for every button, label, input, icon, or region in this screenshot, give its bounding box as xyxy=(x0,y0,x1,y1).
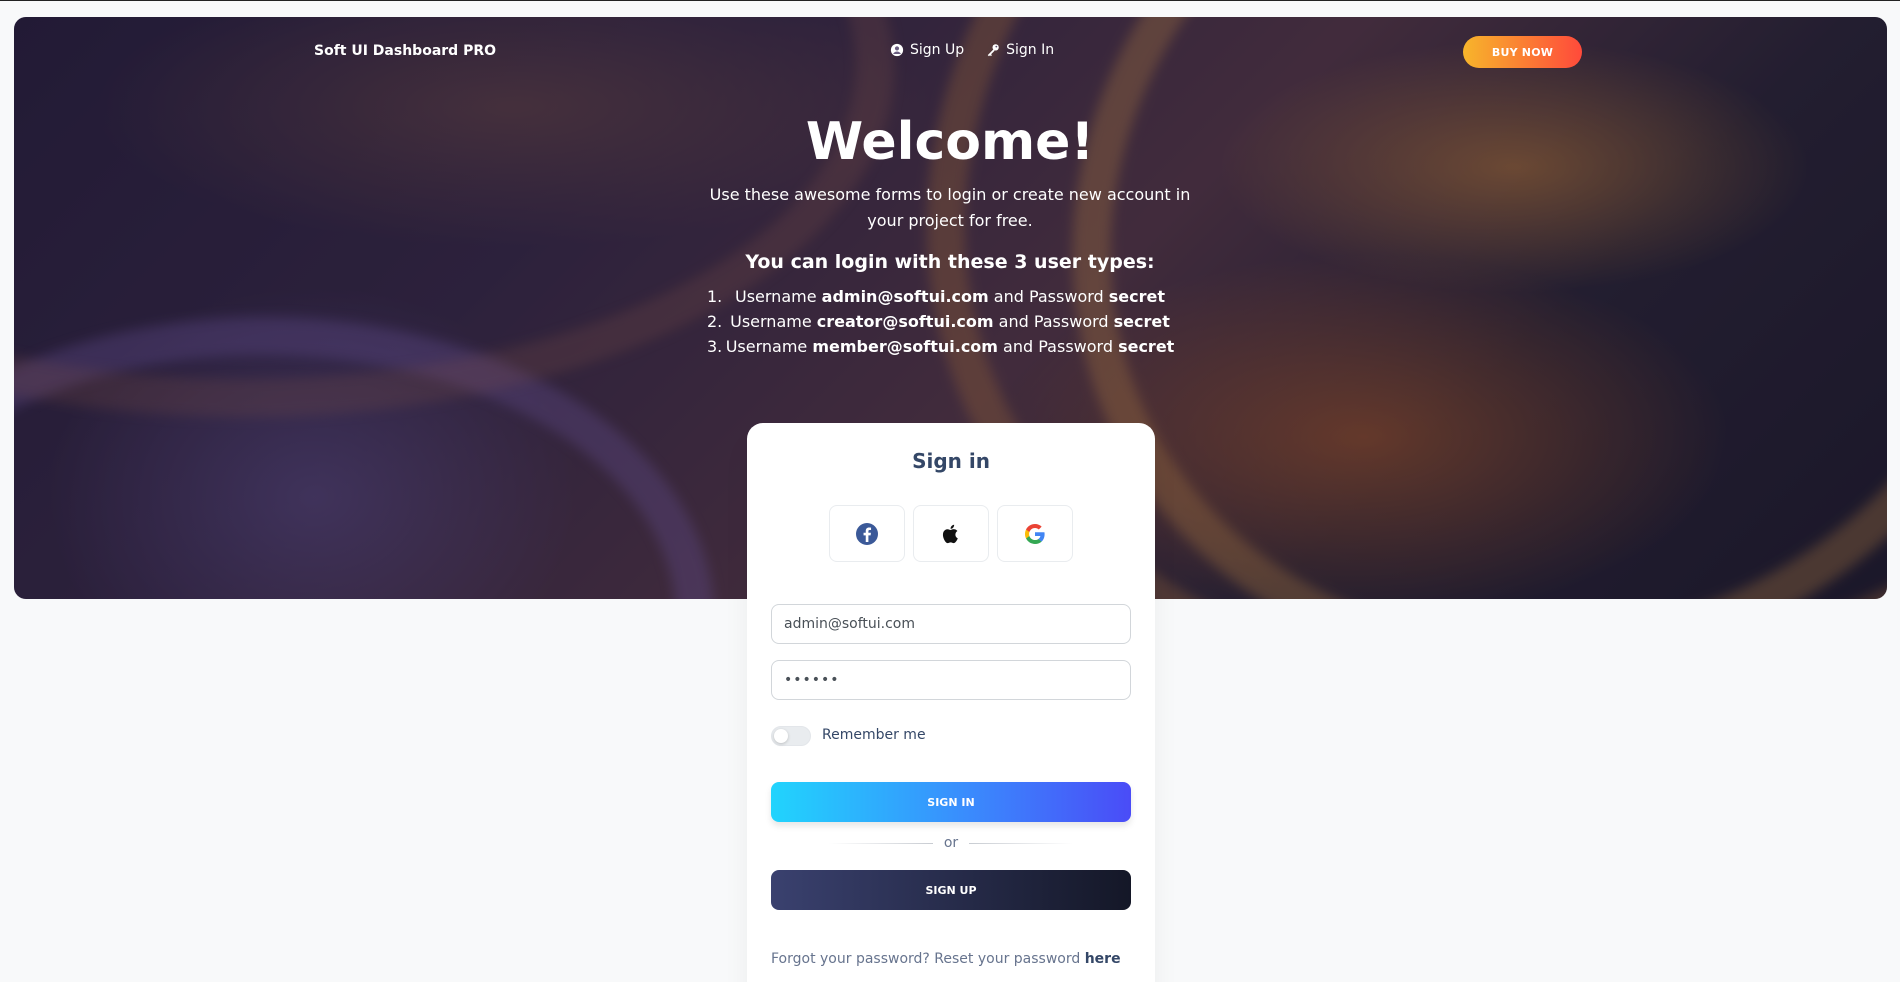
user-types-heading: You can login with these 3 user types: xyxy=(745,251,1155,273)
username-value: admin@softui.com xyxy=(821,287,989,306)
username-prefix: Username xyxy=(730,312,817,331)
email-field[interactable]: admin@softui.com xyxy=(771,604,1131,644)
nav-signin-link[interactable]: Sign In xyxy=(986,42,1054,58)
username-prefix: Username xyxy=(734,287,822,306)
password-field[interactable]: •••••• xyxy=(771,660,1131,700)
key-icon xyxy=(987,44,999,57)
facebook-login-button[interactable] xyxy=(829,505,905,562)
apple-login-button[interactable] xyxy=(913,505,989,562)
password-value: secret xyxy=(1118,337,1175,356)
username-prefix: Username xyxy=(725,337,813,356)
signin-card: Sign in admin@softui.com •••••• Remember… xyxy=(747,423,1155,982)
hero-subtitle: Use these awesome forms to login or crea… xyxy=(709,185,1191,230)
username-value: member@softui.com xyxy=(812,337,998,356)
user-types-list: 1. Username admin@softui.com and Passwor… xyxy=(700,284,1200,359)
user-circle-icon xyxy=(890,43,904,57)
apple-icon xyxy=(942,524,958,543)
user-type-item: 2. Username creator@softui.com and Passw… xyxy=(700,309,1200,334)
username-value: creator@softui.com xyxy=(816,312,994,331)
card-title: Sign in xyxy=(912,449,990,473)
navbar-links: Sign Up Sign In xyxy=(890,42,1054,58)
remember-me-label[interactable]: Remember me xyxy=(822,727,926,743)
buy-now-button[interactable]: BUY NOW xyxy=(1463,36,1582,68)
nav-signin-label: Sign In xyxy=(1006,42,1055,58)
user-type-item: 1. Username admin@softui.com and Passwor… xyxy=(700,284,1200,309)
google-icon xyxy=(1025,523,1045,544)
sign-in-button[interactable]: SIGN IN xyxy=(771,782,1131,822)
social-login-row xyxy=(829,505,1073,562)
reset-password-link[interactable]: here xyxy=(1085,951,1121,967)
or-divider: or xyxy=(829,835,1073,851)
hero-title: Welcome! xyxy=(805,112,1095,172)
password-value: secret xyxy=(1113,312,1170,331)
divider-line-right xyxy=(969,843,1073,844)
user-type-item: 3. Username member@softui.com and Passwo… xyxy=(700,334,1200,359)
nav-signup-link[interactable]: Sign Up xyxy=(890,42,964,58)
list-number: 3. xyxy=(707,337,723,356)
password-value: secret xyxy=(1108,287,1166,306)
forgot-password-text: Forgot your password? Reset your passwor… xyxy=(771,951,1121,967)
list-number: 1. xyxy=(707,287,723,306)
forgot-password-prefix: Forgot your password? Reset your passwor… xyxy=(771,951,1085,967)
nav-signup-label: Sign Up xyxy=(910,42,965,58)
password-prefix: and Password xyxy=(993,312,1114,331)
remember-me-toggle[interactable] xyxy=(771,726,811,746)
google-login-button[interactable] xyxy=(997,505,1073,562)
password-prefix: and Password xyxy=(997,337,1119,356)
top-border xyxy=(0,0,1900,1)
facebook-icon xyxy=(856,522,878,545)
password-prefix: and Password xyxy=(988,287,1109,306)
sign-up-button[interactable]: SIGN UP xyxy=(771,870,1131,910)
navbar-brand[interactable]: Soft UI Dashboard PRO xyxy=(314,43,496,59)
toggle-knob xyxy=(774,729,788,743)
list-number: 2. xyxy=(707,312,723,331)
